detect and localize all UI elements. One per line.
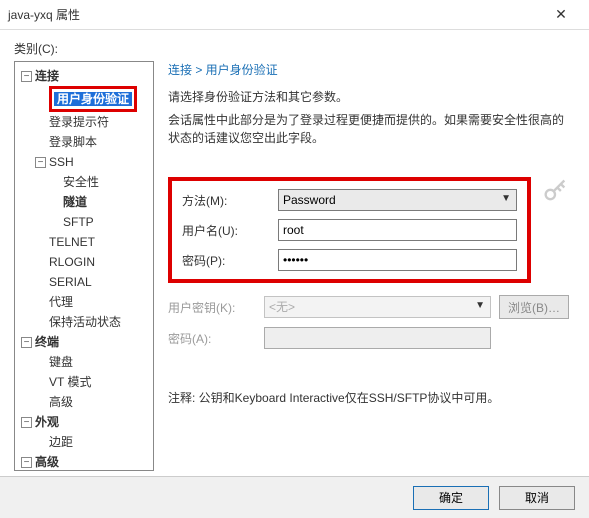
category-tree[interactable]: −连接 用户身份验证 登录提示符 登录脚本 −SSH 安全性 隧道 SFTP	[14, 61, 154, 471]
note-text: 注释: 公钥和Keyboard Interactive仅在SSH/SFTP协议中…	[168, 389, 569, 406]
method-label: 方法(M):	[182, 192, 278, 209]
collapse-icon[interactable]: −	[35, 157, 46, 168]
tree-node-proxy[interactable]: 代理	[35, 292, 151, 312]
description-1: 请选择身份验证方法和其它参数。	[168, 88, 569, 105]
collapse-icon[interactable]: −	[21, 417, 32, 428]
tree-node-term-advanced[interactable]: 高级	[35, 392, 151, 412]
cancel-button[interactable]: 取消	[499, 486, 575, 510]
username-input[interactable]	[278, 219, 517, 241]
tree-node-terminal[interactable]: −终端 键盘 VT 模式 高级	[21, 332, 151, 412]
tree-node-keepalive[interactable]: 保持活动状态	[35, 312, 151, 332]
tree-node-login-script[interactable]: 登录脚本	[35, 132, 151, 152]
tree-node-advanced[interactable]: −高级 跟踪 日志记录	[21, 452, 151, 471]
collapse-icon[interactable]: −	[21, 457, 32, 468]
category-label: 类别(C):	[14, 40, 575, 57]
tree-node-vt[interactable]: VT 模式	[35, 372, 151, 392]
userkey-select: <无>	[264, 296, 491, 318]
tree-node-keyboard[interactable]: 键盘	[35, 352, 151, 372]
browse-button: 浏览(B)…	[499, 295, 569, 319]
userkey-label: 用户密钥(K):	[168, 299, 264, 316]
tree-node-security[interactable]: 安全性	[49, 172, 151, 192]
content-panel: 连接 > 用户身份验证 请选择身份验证方法和其它参数。 会话属性中此部分是为了登…	[162, 61, 575, 471]
tree-node-margin[interactable]: 边距	[35, 432, 151, 452]
passphrase-input	[264, 327, 491, 349]
description-2: 会话属性中此部分是为了登录过程更便捷而提供的。如果需要安全性很高的状态的话建议您…	[168, 111, 569, 147]
tree-node-login-prompt[interactable]: 登录提示符	[35, 112, 151, 132]
username-label: 用户名(U):	[182, 222, 278, 239]
auth-form-highlight: 方法(M): Password ▼ 用户名(U): 密码(P):	[168, 177, 531, 283]
tree-node-sftp[interactable]: SFTP	[49, 212, 151, 232]
tree-node-connection[interactable]: −连接 用户身份验证 登录提示符 登录脚本 −SSH 安全性 隧道 SFTP	[21, 66, 151, 332]
ok-button[interactable]: 确定	[413, 486, 489, 510]
breadcrumb: 连接 > 用户身份验证	[168, 61, 569, 78]
method-select[interactable]: Password	[278, 189, 517, 211]
dialog-footer: 确定 取消	[0, 476, 589, 518]
password-label: 密码(P):	[182, 252, 278, 269]
title-bar: java-yxq 属性 ✕	[0, 0, 589, 30]
password-input[interactable]	[278, 249, 517, 271]
passphrase-label: 密码(A):	[168, 330, 264, 347]
tree-node-appearance[interactable]: −外观 边距	[21, 412, 151, 452]
tree-node-rlogin[interactable]: RLOGIN	[35, 252, 151, 272]
collapse-icon[interactable]: −	[21, 71, 32, 82]
tree-node-auth[interactable]: 用户身份验证	[35, 86, 151, 112]
tree-node-telnet[interactable]: TELNET	[35, 232, 151, 252]
tree-node-tunnel[interactable]: 隧道	[49, 192, 151, 212]
window-title: java-yxq 属性	[8, 6, 541, 23]
tree-node-serial[interactable]: SERIAL	[35, 272, 151, 292]
close-icon[interactable]: ✕	[541, 6, 581, 23]
tree-node-ssh[interactable]: −SSH 安全性 隧道 SFTP	[35, 152, 151, 232]
key-icon	[541, 177, 569, 205]
collapse-icon[interactable]: −	[21, 337, 32, 348]
